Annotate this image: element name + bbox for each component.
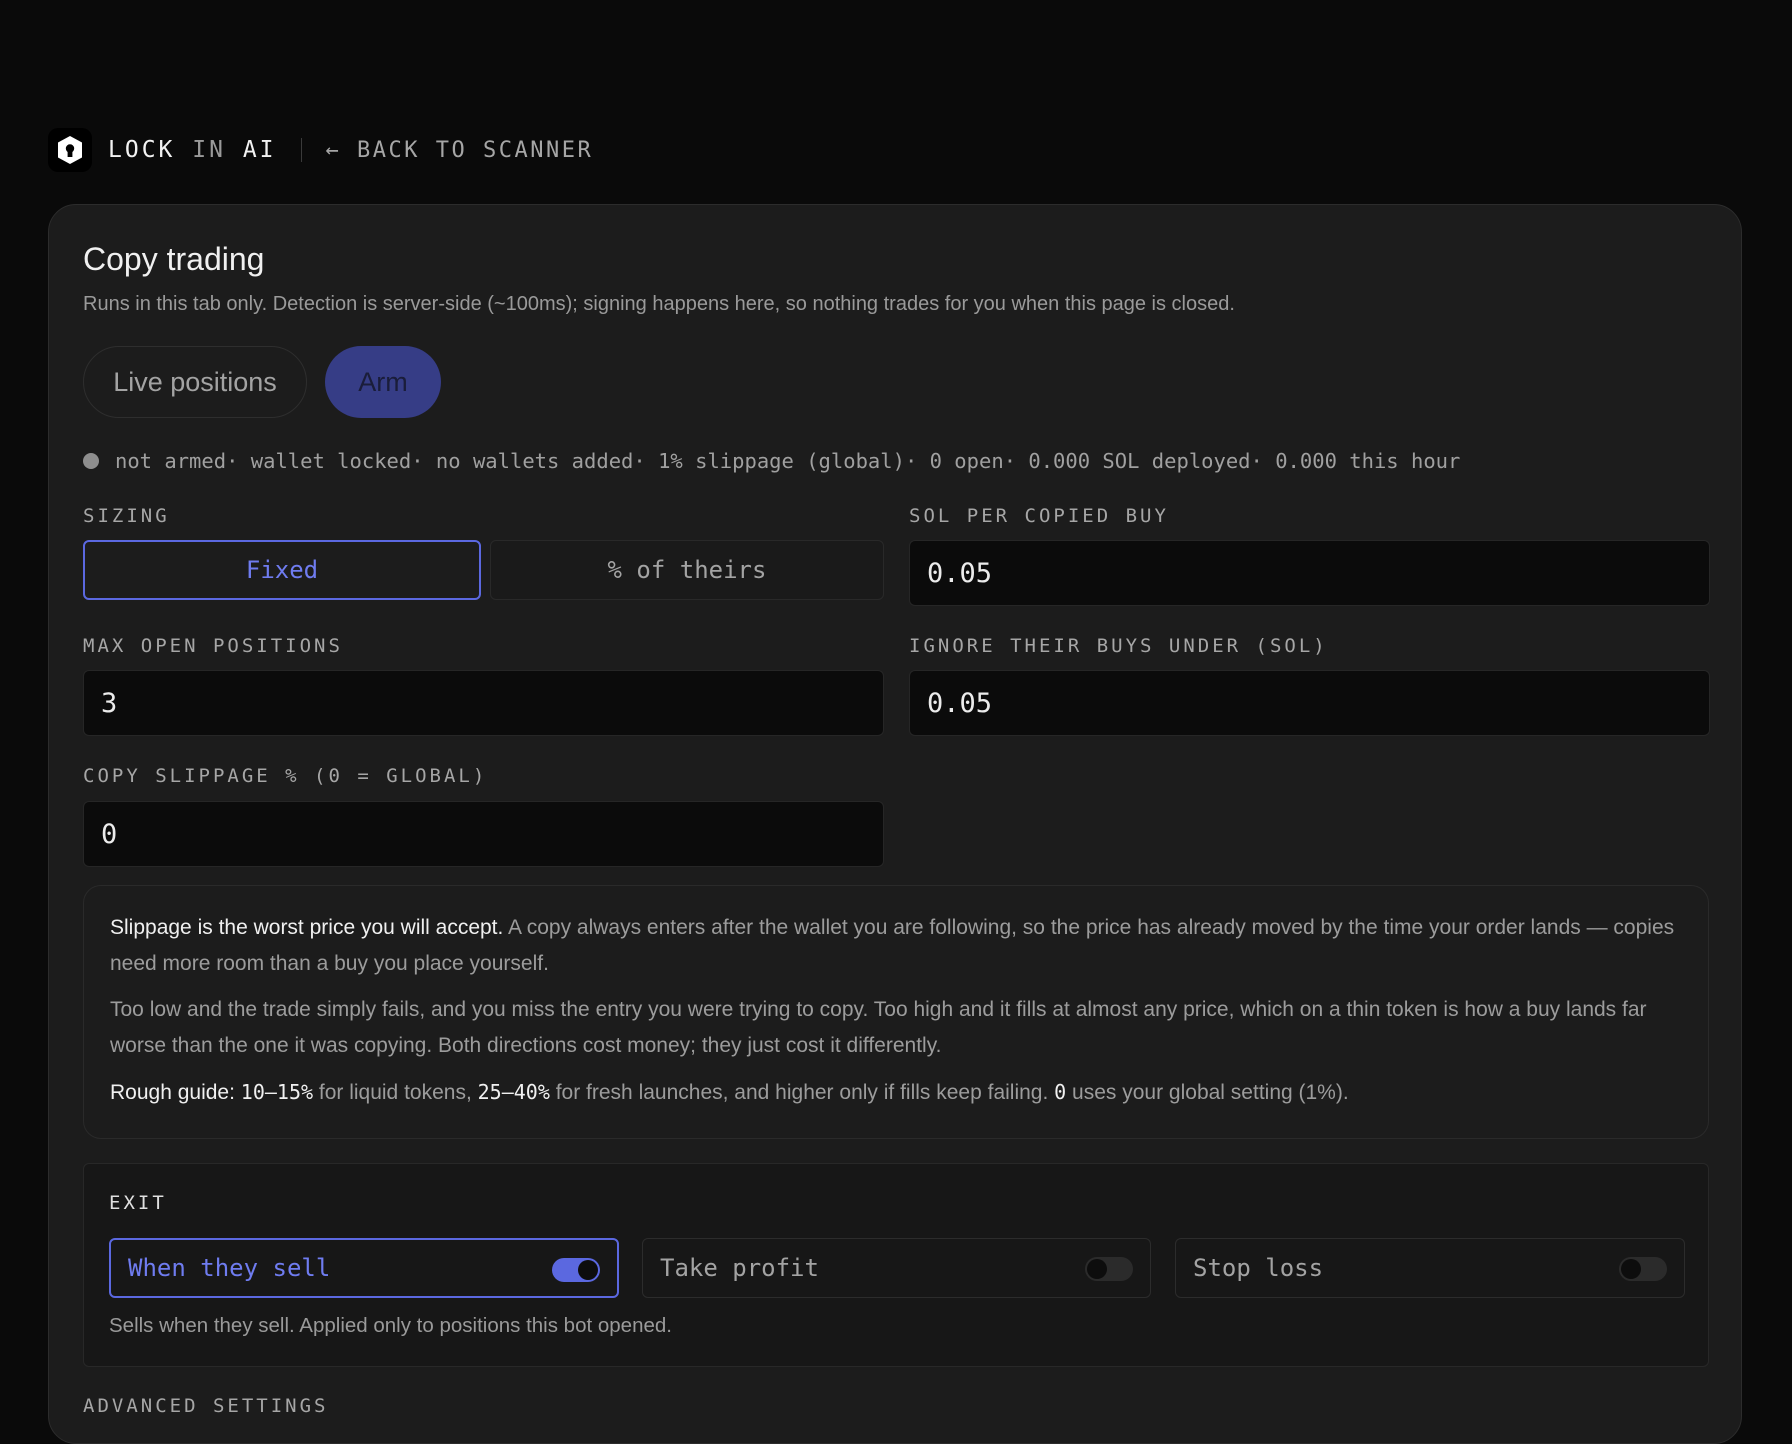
copy-slippage-input[interactable]: 0 <box>83 801 884 867</box>
toggle-knob <box>1621 1259 1641 1279</box>
sizing-fixed-button[interactable]: Fixed <box>83 540 481 600</box>
info-p3-a: Rough guide: <box>110 1081 241 1104</box>
arm-button[interactable]: Arm <box>325 346 441 418</box>
advanced-settings-toggle[interactable]: ADVANCED SETTINGS <box>83 1395 328 1417</box>
copy-trading-card: Copy trading Runs in this tab only. Dete… <box>48 204 1742 1444</box>
toggle-knob <box>578 1260 598 1280</box>
max-open-input[interactable]: 3 <box>83 670 884 736</box>
exit-when-they-sell-option[interactable]: When they sell <box>109 1238 619 1298</box>
stop-loss-toggle[interactable] <box>1619 1257 1667 1281</box>
status-wallets-added: · no wallets added <box>411 449 634 473</box>
info-paragraph-2: Too low and the trade simply fails, and … <box>110 998 1647 1057</box>
exit-take-profit-option[interactable]: Take profit <box>642 1238 1151 1298</box>
status-slippage: · 1% slippage (global) <box>633 449 905 473</box>
info-p3-g: uses your global setting (1%). <box>1066 1081 1349 1104</box>
take-profit-toggle[interactable] <box>1085 1257 1133 1281</box>
status-deployed: · 0.000 SOL deployed <box>1003 449 1251 473</box>
info-paragraph-1: Slippage is the worst price you will acc… <box>110 910 1682 982</box>
tab-live-positions[interactable]: Live positions <box>83 346 307 418</box>
copy-slippage-label: COPY SLIPPAGE % (0 = GLOBAL) <box>83 765 488 787</box>
sizing-percent-button[interactable]: % of theirs <box>490 540 884 600</box>
status-dot-icon <box>83 453 99 469</box>
info-p3-c: for liquid tokens, <box>313 1081 478 1104</box>
when-they-sell-toggle[interactable] <box>552 1258 600 1282</box>
toggle-knob <box>1087 1259 1107 1279</box>
status-armed: not armed <box>115 449 227 473</box>
take-profit-label: Take profit <box>660 1254 819 1282</box>
slippage-info-box: Slippage is the worst price you will acc… <box>83 885 1709 1139</box>
header-divider <box>300 138 302 162</box>
brand-in: IN <box>192 137 226 163</box>
max-open-label: MAX OPEN POSITIONS <box>83 635 343 657</box>
page-subtitle: Runs in this tab only. Detection is serv… <box>83 293 1235 315</box>
ignore-under-label: IGNORE THEIR BUYS UNDER (SOL) <box>909 635 1328 657</box>
exit-note: Sells when they sell. Applied only to po… <box>109 1314 672 1337</box>
brand-name: LOCK IN AI <box>108 137 277 163</box>
status-open: · 0 open <box>904 449 1004 473</box>
sizing-label: SIZING <box>83 505 170 527</box>
info-p3-f: 0 <box>1054 1080 1067 1104</box>
back-to-scanner-link[interactable]: ← BACK TO SCANNER <box>326 138 594 163</box>
page-title: Copy trading <box>83 241 265 277</box>
info-p1-strong: Slippage is the worst price you will acc… <box>110 916 504 939</box>
shield-logo-icon <box>48 128 92 172</box>
stop-loss-label: Stop loss <box>1193 1254 1324 1282</box>
exit-label: EXIT <box>109 1192 167 1214</box>
info-p3-d: 25–40% <box>477 1080 550 1104</box>
brand-lock: LOCK <box>108 137 176 163</box>
info-p3-e: for fresh launches, and higher only if f… <box>549 1081 1055 1104</box>
sol-per-buy-label: SOL PER COPIED BUY <box>909 505 1169 527</box>
ignore-under-input[interactable]: 0.05 <box>909 670 1710 736</box>
info-paragraph-3: Rough guide: 10–15% for liquid tokens, 2… <box>110 1074 1682 1111</box>
status-wallet: · wallet locked <box>226 449 412 473</box>
sol-per-buy-input[interactable]: 0.05 <box>909 540 1710 606</box>
when-they-sell-label: When they sell <box>128 1254 331 1282</box>
exit-stop-loss-option[interactable]: Stop loss <box>1175 1238 1685 1298</box>
exit-section: EXIT When they sell Take profit Stop los… <box>83 1163 1709 1367</box>
info-p3-b: 10–15% <box>240 1080 314 1104</box>
brand-ai: AI <box>242 137 277 163</box>
top-bar: LOCK IN AI ← BACK TO SCANNER <box>48 128 593 172</box>
status-hour: · 0.000 this hour <box>1250 449 1461 473</box>
status-line: not armed · wallet locked · no wallets a… <box>83 449 1460 473</box>
